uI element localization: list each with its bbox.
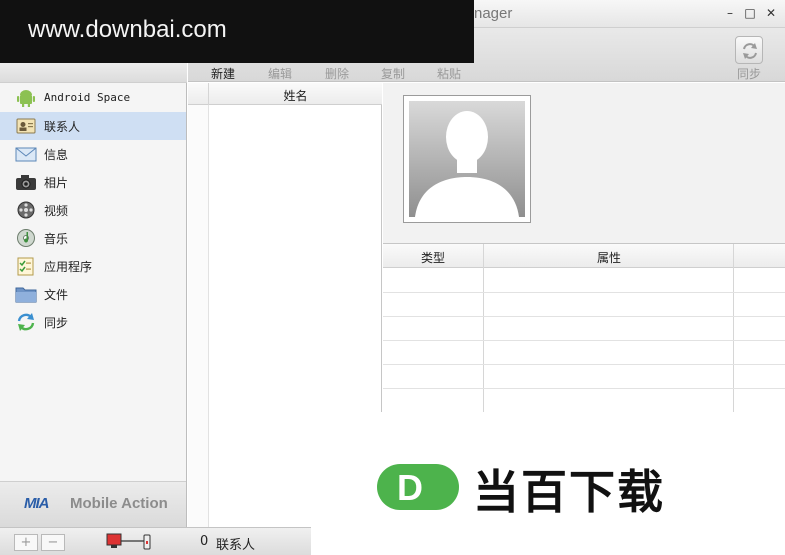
maximize-button[interactable]: □ — [742, 5, 758, 21]
sidebar-item-label: 视频 — [44, 204, 69, 218]
sidebar-item-applications[interactable]: 应用程序 — [0, 252, 186, 280]
brand-footer: MIA Mobile Action — [0, 481, 186, 527]
sidebar-item-photos[interactable]: 相片 — [0, 168, 186, 196]
sidebar-item-label: 信息 — [44, 148, 69, 162]
row-divider — [383, 292, 785, 293]
edit-button[interactable]: 编辑 — [268, 65, 292, 82]
sidebar-item-label: 相片 — [44, 176, 69, 190]
contacts-icon — [16, 118, 36, 134]
sidebar-item-contacts[interactable]: 联系人 — [0, 112, 186, 140]
row-divider — [383, 364, 785, 365]
brand-logo: MIA — [24, 495, 49, 512]
remove-contact-button[interactable]: − — [41, 534, 65, 551]
delete-button[interactable]: 删除 — [325, 65, 349, 82]
column-divider — [483, 244, 484, 416]
person-silhouette-icon — [415, 111, 519, 217]
sidebar-item-android-space[interactable]: Android Space — [0, 84, 186, 112]
sidebar-item-videos[interactable]: 视频 — [0, 196, 186, 224]
sidebar-item-label: 应用程序 — [44, 260, 93, 274]
contact-count: 0 — [200, 534, 209, 549]
brand-name: Mobile Action — [70, 495, 168, 512]
row-divider — [383, 316, 785, 317]
avatar — [409, 101, 525, 217]
envelope-icon — [15, 147, 37, 162]
contact-photo[interactable] — [403, 95, 531, 223]
sidebar-item-files[interactable]: 文件 — [0, 280, 186, 308]
sidebar-item-label: 音乐 — [44, 232, 69, 246]
camera-icon — [16, 175, 36, 190]
sidebar-nav: Android Space 联系人 信息 相片 视频 音乐 应用程序 文件 同步 — [0, 84, 186, 336]
close-button[interactable]: ✕ — [763, 5, 779, 21]
device-connection-icon — [106, 533, 151, 550]
name-column-header[interactable]: 姓名 — [209, 87, 382, 104]
list-header: 姓名 — [188, 83, 382, 105]
sidebar: Android Space 联系人 信息 相片 视频 音乐 应用程序 文件 同步… — [0, 63, 187, 527]
sync-icon — [17, 313, 35, 331]
property-table-header: 类型 属性 — [383, 244, 785, 268]
select-column — [188, 105, 209, 527]
android-icon — [17, 90, 35, 107]
row-divider — [383, 340, 785, 341]
watermark-logo: D 当百下载 — [311, 412, 785, 555]
contact-count-label: 联系人 — [216, 538, 256, 553]
type-column-header[interactable]: 类型 — [383, 249, 483, 266]
minimize-button[interactable]: – — [722, 5, 738, 21]
app-checklist-icon — [17, 257, 34, 276]
window-title: nager — [474, 5, 513, 22]
row-divider — [383, 388, 785, 389]
film-reel-icon — [17, 201, 35, 219]
sidebar-item-music[interactable]: 音乐 — [0, 224, 186, 252]
folder-icon — [15, 287, 37, 303]
paste-button[interactable]: 粘贴 — [437, 65, 461, 82]
sidebar-item-messages[interactable]: 信息 — [0, 140, 186, 168]
attribute-column-header[interactable]: 属性 — [484, 249, 734, 266]
column-divider — [733, 244, 734, 416]
sidebar-header — [0, 63, 187, 83]
toolbar-sync-label: 同步 — [737, 67, 762, 81]
sidebar-item-label: Android Space — [44, 91, 131, 104]
watermark-logo-text: 当百下载 — [473, 465, 665, 519]
copy-button[interactable]: 复制 — [381, 65, 405, 82]
sync-icon — [743, 43, 757, 59]
watermark-logo-badge: D — [377, 464, 459, 510]
sidebar-item-label: 联系人 — [44, 120, 81, 134]
watermark-banner: www.downbai.com — [0, 0, 474, 63]
new-button[interactable]: 新建 — [211, 65, 235, 82]
watermark-logo-letter: D — [397, 467, 423, 508]
toolbar-sync-button[interactable] — [735, 36, 763, 64]
add-contact-button[interactable]: + — [14, 534, 38, 551]
sidebar-item-sync[interactable]: 同步 — [0, 308, 186, 336]
sidebar-item-label: 文件 — [44, 288, 69, 302]
music-disc-icon — [17, 229, 35, 247]
watermark-url: www.downbai.com — [28, 16, 227, 43]
property-table[interactable]: 类型 属性 — [383, 243, 785, 416]
select-column-header[interactable] — [188, 83, 209, 105]
sidebar-item-label: 同步 — [44, 316, 69, 330]
